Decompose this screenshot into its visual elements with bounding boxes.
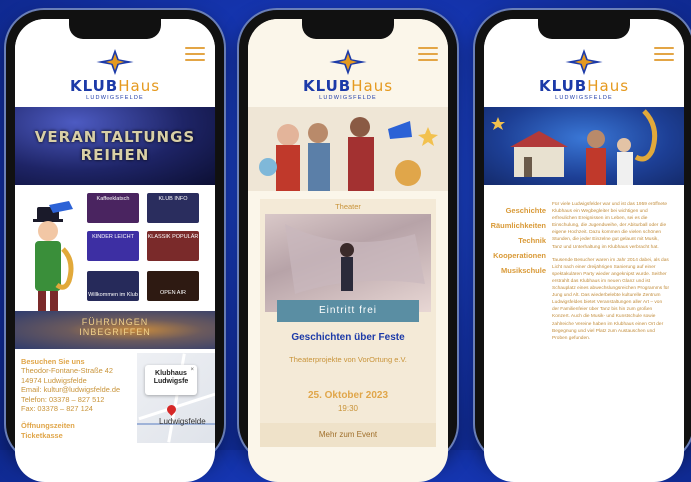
category-tile[interactable]: KINDER LEICHT [87, 231, 139, 261]
more-event-button[interactable]: Mehr zum Event [260, 423, 436, 447]
event-category: Theater [335, 202, 361, 211]
event-title[interactable]: Geschichten über Feste [260, 332, 436, 343]
brand-part2: Haus [118, 77, 161, 95]
map-place-label: Ludwigsfelde [159, 417, 206, 426]
brand-subtitle: LUDWIGSFELDE [555, 95, 613, 101]
category-tile[interactable]: OPEN AIR [147, 271, 199, 301]
star-logo-icon [96, 49, 134, 75]
category-grid: Kaffeeklatsch KLUB INFO KINDER LEICHT KL… [15, 185, 215, 311]
event-date: 25. Oktober 2023 [307, 390, 389, 401]
category-label: OPEN AIR [160, 290, 186, 296]
event-time: 19:30 [337, 404, 359, 413]
event-subtitle: Theaterprojekte von VorOrtung e.V. [289, 355, 407, 364]
hamburger-menu-icon[interactable] [185, 43, 205, 65]
category-label: Willkommen im Klub [88, 292, 138, 298]
performers-collage-illustration [259, 117, 438, 191]
building-collage-illustration [491, 109, 658, 185]
phone-notch [69, 19, 161, 39]
brand-wordmark: KLUBHaus [248, 77, 448, 95]
phone-screen: KLUBHaus LUDWIGSFELDE VERAN TALTUNGS REI… [15, 19, 215, 482]
category-tile[interactable]: KLUB INFO [147, 193, 199, 223]
star-logo-icon [329, 49, 367, 75]
location-map[interactable]: × Klubhaus Ludwigsfe Ludwigsfelde [137, 353, 215, 443]
subnav-item-technology[interactable]: Technik [484, 233, 546, 248]
brand-part1: KLUB [302, 77, 352, 95]
brand-wordmark: KLUBHaus [15, 77, 215, 95]
star-logo-icon [565, 49, 603, 75]
tours-line2: INBEGRIFFEN [79, 327, 151, 337]
hamburger-menu-icon[interactable] [418, 43, 438, 65]
subnav-item-music-school[interactable]: Musikschule [484, 263, 546, 278]
phone-screen: KLUBHaus LUDWIGSFELDE Theater Eintritt f… [248, 19, 448, 482]
phone-mockup-history: KLUBHaus LUDWIGSFELDE Geschichte Räumlic… [475, 10, 691, 482]
close-icon[interactable]: × [190, 366, 194, 374]
phone-notch [538, 19, 630, 39]
hamburger-menu-icon[interactable] [654, 43, 674, 65]
map-popup: × Klubhaus Ludwigsfe [145, 365, 197, 395]
event-series-banner[interactable]: VERAN TALTUNGS REIHEN [15, 107, 215, 185]
history-paragraph: Für viele Ludwigsfelder war und ist das … [552, 202, 668, 250]
subnav-item-cooperations[interactable]: Kooperationen [484, 248, 546, 263]
phone-screen: KLUBHaus LUDWIGSFELDE Geschichte Räumlic… [484, 19, 684, 482]
dancer-photo-illustration [285, 224, 425, 294]
category-tile[interactable]: KLASSIK POPULÄR [147, 231, 199, 261]
hero-collage-image [248, 107, 448, 191]
popup-line2: Ludwigsfe [153, 378, 189, 385]
phone-mockup-event-detail: KLUBHaus LUDWIGSFELDE Theater Eintritt f… [239, 10, 457, 482]
tours-line1: FÜHRUNGEN [81, 317, 149, 327]
category-tile[interactable]: Kaffeeklatsch [87, 193, 139, 223]
subnav-item-rooms[interactable]: Räumlichkeiten [484, 218, 546, 233]
event-image: Eintritt frei [265, 214, 431, 322]
brand-part1: KLUB [69, 77, 119, 95]
history-text: Für viele Ludwigsfelder war und ist das … [552, 201, 670, 348]
tours-banner[interactable]: FÜHRUNGEN INBEGRIFFEN [15, 311, 215, 349]
contact-section: Besuchen Sie uns Theodor-Fontane-Straße … [15, 349, 215, 443]
saxophone-mascot-illustration [33, 201, 74, 311]
hero-collage-image [484, 107, 684, 185]
history-paragraph: Tausende Besucher waren im Jahr 2014 dab… [552, 257, 670, 341]
phone-mockup-events: KLUBHaus LUDWIGSFELDE VERAN TALTUNGS REI… [6, 10, 224, 482]
event-card[interactable]: Theater Eintritt frei Geschichten über F… [260, 199, 436, 447]
free-entry-badge: Eintritt frei [277, 300, 419, 322]
brand-wordmark: KLUBHaus [484, 77, 684, 95]
phone-notch [302, 19, 394, 39]
brand-subtitle: LUDWIGSFELDE [86, 95, 144, 101]
banner-line1: VERAN TALTUNGS [34, 128, 196, 146]
brand-part2: Haus [587, 77, 630, 95]
brand-part1: KLUB [538, 77, 588, 95]
about-subnav: Geschichte Räumlichkeiten Technik Kooper… [484, 203, 546, 278]
category-tile[interactable]: Willkommen im Klub [87, 271, 139, 301]
brand-subtitle: LUDWIGSFELDE [319, 95, 377, 101]
popup-line1: Klubhaus [155, 370, 187, 377]
brand-part2: Haus [351, 77, 394, 95]
subnav-item-history[interactable]: Geschichte [484, 203, 546, 218]
banner-line2: REIHEN [80, 146, 150, 164]
